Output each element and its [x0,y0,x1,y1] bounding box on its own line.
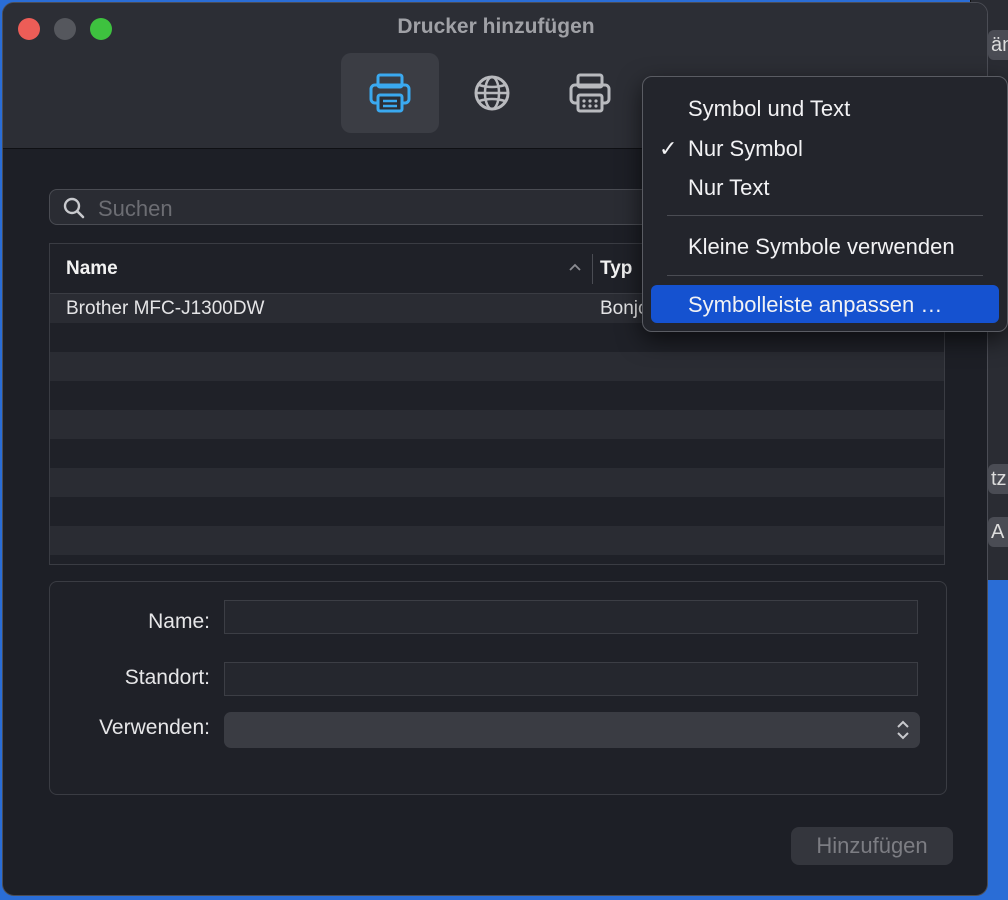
window-title: Drucker hinzufügen [397,15,595,38]
name-field[interactable] [224,600,918,634]
printer-icon [369,73,411,113]
toolbar-default-printers-button[interactable] [341,53,439,133]
toolbar-ip-printer-button[interactable] [443,53,541,133]
menu-item-icon-only[interactable]: ✓ Nur Symbol [651,129,999,167]
empty-table-row [50,381,944,410]
menu-item-customize-toolbar[interactable]: Symbolleiste anpassen … [651,285,999,323]
empty-table-row [50,555,944,564]
empty-table-row [50,468,944,497]
menu-separator [667,215,983,216]
globe-icon [474,75,510,111]
menu-item-label: Symbolleiste anpassen … [688,292,943,317]
name-label: Name: [148,610,210,633]
fax-printer-icon [569,73,611,113]
toolbar-context-menu: Symbol und Text ✓ Nur Symbol Nur Text Kl… [642,76,1008,332]
search-icon [63,197,85,219]
empty-table-row [50,497,944,526]
empty-table-row [50,526,944,555]
checkmark-icon: ✓ [659,136,678,161]
background-window-button[interactable]: A [988,517,1008,547]
empty-table-row [50,352,944,381]
menu-item-text-only[interactable]: Nur Text [651,168,999,206]
menu-item-label: Nur Symbol [688,136,803,161]
menu-item-label: Symbol und Text [688,96,851,121]
use-label: Verwenden: [99,716,210,739]
background-window-button[interactable]: än [988,30,1008,60]
background-window-button[interactable]: tz [988,464,1008,494]
table-body: Brother MFC-J1300DW Bonjour [50,294,944,564]
printer-name-cell: Brother MFC-J1300DW [66,298,265,319]
printer-details-form: Name: Standort: Verwenden: [49,581,947,795]
column-header-typ[interactable]: Typ [600,258,632,280]
location-label: Standort: [124,666,210,689]
toolbar-windows-printer-button[interactable] [541,53,639,133]
updown-chevron-icon [897,720,909,740]
menu-item-label: Nur Text [688,175,770,200]
driver-popup-button[interactable] [224,712,920,748]
sort-ascending-icon [569,263,581,271]
menu-item-small-icons[interactable]: Kleine Symbole verwenden [651,227,999,265]
menu-item-icon-and-text[interactable]: Symbol und Text [651,89,999,127]
empty-table-row [50,410,944,439]
empty-table-row [50,439,944,468]
search-field[interactable]: Suchen [49,189,689,225]
location-field[interactable] [224,662,918,696]
add-button[interactable]: Hinzufügen [791,827,953,865]
column-header-name[interactable]: Name [66,258,118,280]
menu-separator [667,275,983,276]
search-placeholder: Suchen [98,196,173,221]
menu-item-label: Kleine Symbole verwenden [688,234,955,259]
column-divider[interactable] [592,254,593,284]
